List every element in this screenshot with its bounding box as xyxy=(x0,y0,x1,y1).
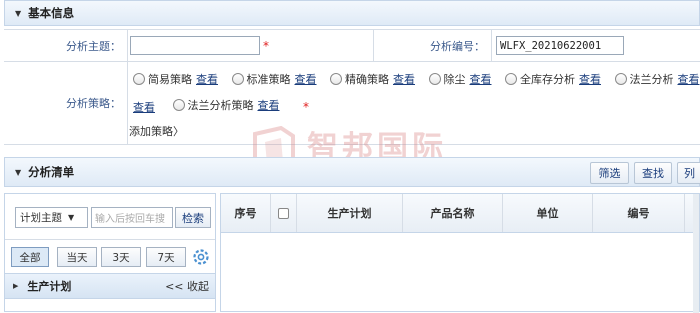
collapse-button[interactable]: << 收起 xyxy=(165,278,209,294)
strategy-option[interactable]: 精确策略 查看 xyxy=(330,71,415,87)
radio-icon[interactable] xyxy=(505,73,517,85)
search-input[interactable]: 输入后按回车搜 xyxy=(91,207,173,228)
strategy-option[interactable]: 简易策略 查看 xyxy=(133,71,218,87)
column-header-number[interactable]: 编号 xyxy=(593,194,685,232)
view-link[interactable]: 查看 xyxy=(196,71,218,87)
analysis-grid: 序号 生产计划 产品名称 单位 编号 xyxy=(220,193,700,313)
analysis-subject-label: 分析主题： xyxy=(4,30,128,61)
strategy-option[interactable]: 标准策略 查看 xyxy=(231,71,317,87)
column-button[interactable]: 列 xyxy=(677,162,700,184)
analysis-subject-input[interactable] xyxy=(130,36,260,55)
strategy-line-1: 简易策略 查看 标准策略 查看 精确策略 查看 除尘 查看 全库存分析 查看 法兰分析 查看 xyxy=(133,71,700,88)
left-filter-pane: 计划主题 ▼ 输入后按回车搜 检索 全部 当天 3天 7天 ▶ 生产计划 << … xyxy=(4,193,216,312)
strategy-line-2: 查看 法兰分析策略 查看 * xyxy=(133,97,309,115)
radio-icon[interactable] xyxy=(231,73,244,85)
collapse-triangle-icon[interactable]: ▼ xyxy=(15,168,21,177)
search-button[interactable]: 检索 xyxy=(175,207,211,228)
column-header-production-plan[interactable]: 生产计划 xyxy=(297,194,403,232)
column-header-product-name[interactable]: 产品名称 xyxy=(403,194,503,232)
tree-node-production-plan[interactable]: ▶ 生产计划 << 收起 xyxy=(5,273,215,299)
basic-info-header[interactable]: ▼ 基本信息 xyxy=(4,0,700,26)
strategy-label: 分析策略： xyxy=(4,62,128,144)
strategy-option[interactable]: 法兰分析策略 查看 xyxy=(172,97,280,113)
dropdown-arrow-icon[interactable]: ▼ xyxy=(68,213,74,222)
view-link[interactable]: 查看 xyxy=(470,71,492,87)
tab-7days[interactable]: 7天 xyxy=(146,247,186,267)
checkbox-icon[interactable] xyxy=(278,207,289,219)
analysis-no-input[interactable] xyxy=(496,36,624,55)
basic-info-form: 分析主题： * 分析编号： 分析策略： 简易策略查看 标准策略查看 精确策略查看… xyxy=(4,29,700,145)
strategy-option[interactable]: 法兰分析 查看 xyxy=(614,71,700,87)
filter-button[interactable]: 筛选 xyxy=(590,162,629,184)
form-row-strategy: 分析策略： 简易策略 查看 标准策略 查看 精确策略 查看 除尘 查看 全库存分析 查看 … xyxy=(4,62,700,145)
plan-subject-select[interactable]: 计划主题 ▼ xyxy=(15,207,88,228)
expand-triangle-icon[interactable]: ▶ xyxy=(13,282,18,290)
analysis-no-label: 分析编号： xyxy=(374,30,492,61)
add-strategy-link[interactable]: 添加策略〉 xyxy=(129,123,184,139)
column-header-unit[interactable]: 单位 xyxy=(503,194,593,232)
radio-icon[interactable] xyxy=(428,73,441,85)
radio-icon[interactable] xyxy=(172,99,185,111)
radio-icon[interactable] xyxy=(330,73,342,85)
analysis-list-title: 分析清单 xyxy=(28,165,75,179)
tab-today[interactable]: 当天 xyxy=(57,247,97,267)
strategy-options: 简易策略 查看 标准策略 查看 精确策略 查看 除尘 查看 全库存分析 查看 法兰分析 查看… xyxy=(128,62,700,144)
column-header-select-all[interactable] xyxy=(271,194,297,232)
view-link[interactable]: 查看 xyxy=(579,71,601,87)
radio-icon[interactable] xyxy=(133,73,145,85)
grid-header: 序号 生产计划 产品名称 单位 编号 xyxy=(221,194,699,233)
column-header-index: 序号 xyxy=(221,194,271,232)
tab-all[interactable]: 全部 xyxy=(11,247,49,267)
grid-scrollbar[interactable] xyxy=(693,194,699,313)
tab-3days[interactable]: 3天 xyxy=(101,247,141,267)
required-mark: * xyxy=(303,100,309,114)
find-button[interactable]: 查找 xyxy=(634,162,672,184)
gear-icon[interactable] xyxy=(192,248,210,266)
view-link[interactable]: 查看 xyxy=(393,71,415,87)
strategy-option[interactable]: 全库存分析 查看 xyxy=(505,71,601,87)
view-link[interactable]: 查看 xyxy=(258,97,280,113)
view-link[interactable]: 查看 xyxy=(295,71,317,87)
strategy-option[interactable]: 除尘 查看 xyxy=(428,71,492,87)
basic-info-title: 基本信息 xyxy=(28,6,75,20)
radio-icon[interactable] xyxy=(614,73,627,85)
form-row-subject: 分析主题： * 分析编号： xyxy=(4,30,700,62)
required-mark: * xyxy=(263,38,269,53)
view-link[interactable]: 查看 xyxy=(133,101,155,114)
view-link[interactable]: 查看 xyxy=(678,71,700,87)
collapse-triangle-icon[interactable]: ▼ xyxy=(15,9,21,18)
time-tab-bar: 全部 当天 3天 7天 xyxy=(5,239,215,269)
